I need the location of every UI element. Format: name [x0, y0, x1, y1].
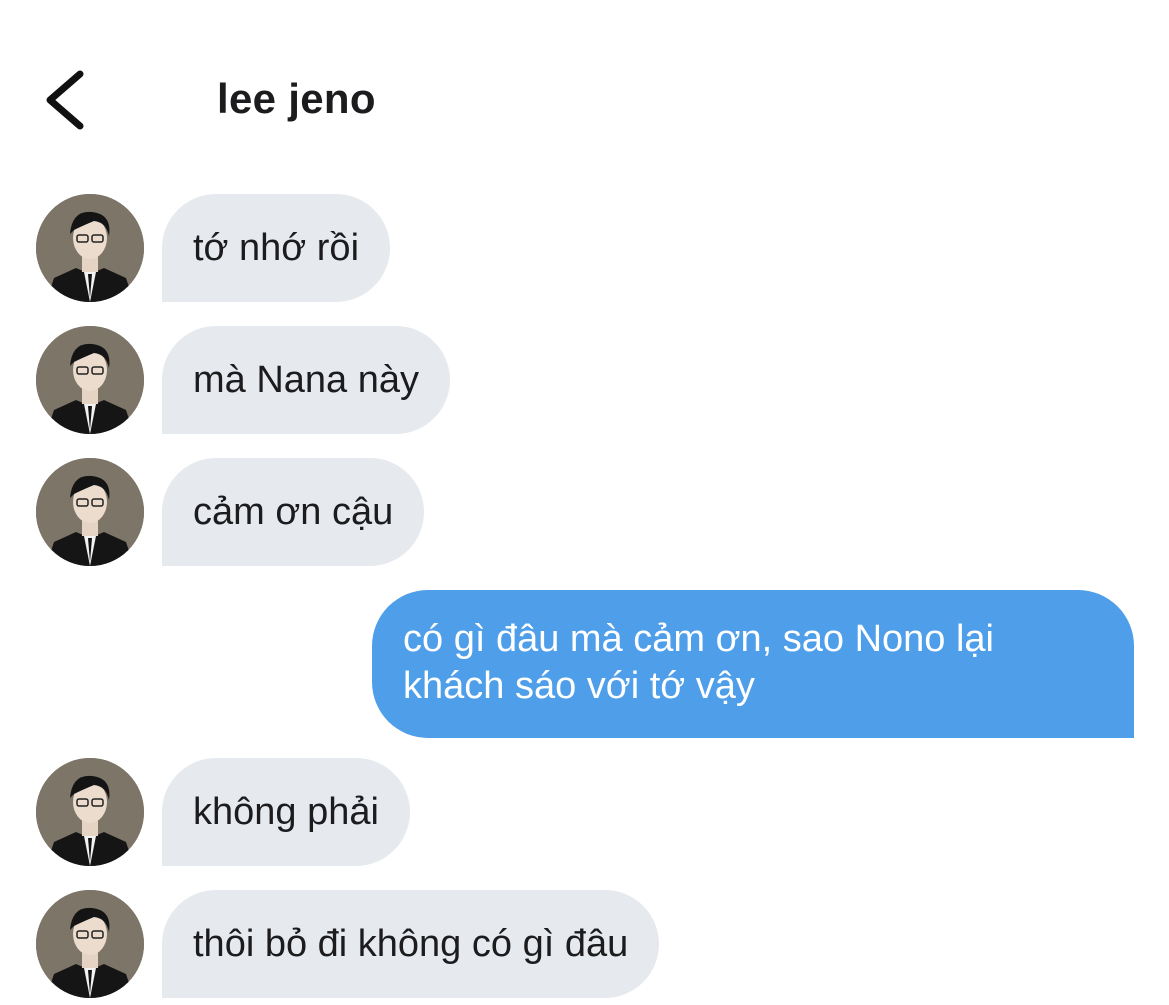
- chat-header: lee jeno: [0, 0, 1169, 170]
- chat-title[interactable]: lee jeno: [217, 72, 376, 126]
- avatar[interactable]: [36, 194, 144, 302]
- outgoing-message-bubble[interactable]: có gì đâu mà cảm ơn, sao Nono lại khách …: [372, 590, 1134, 738]
- back-button[interactable]: [30, 60, 100, 140]
- incoming-message-bubble[interactable]: cảm ơn cậu: [162, 458, 425, 566]
- avatar[interactable]: [36, 758, 144, 866]
- avatar[interactable]: [36, 890, 144, 998]
- avatar[interactable]: [36, 326, 144, 434]
- incoming-message-bubble[interactable]: tớ nhớ rồi: [162, 194, 391, 302]
- avatar[interactable]: [36, 458, 144, 566]
- incoming-message-bubble[interactable]: thôi bỏ đi không có gì đâu: [162, 890, 660, 998]
- incoming-message-bubble[interactable]: không phải: [162, 758, 410, 866]
- chevron-left-icon: [46, 70, 84, 130]
- incoming-message-bubble[interactable]: mà Nana này: [162, 326, 451, 434]
